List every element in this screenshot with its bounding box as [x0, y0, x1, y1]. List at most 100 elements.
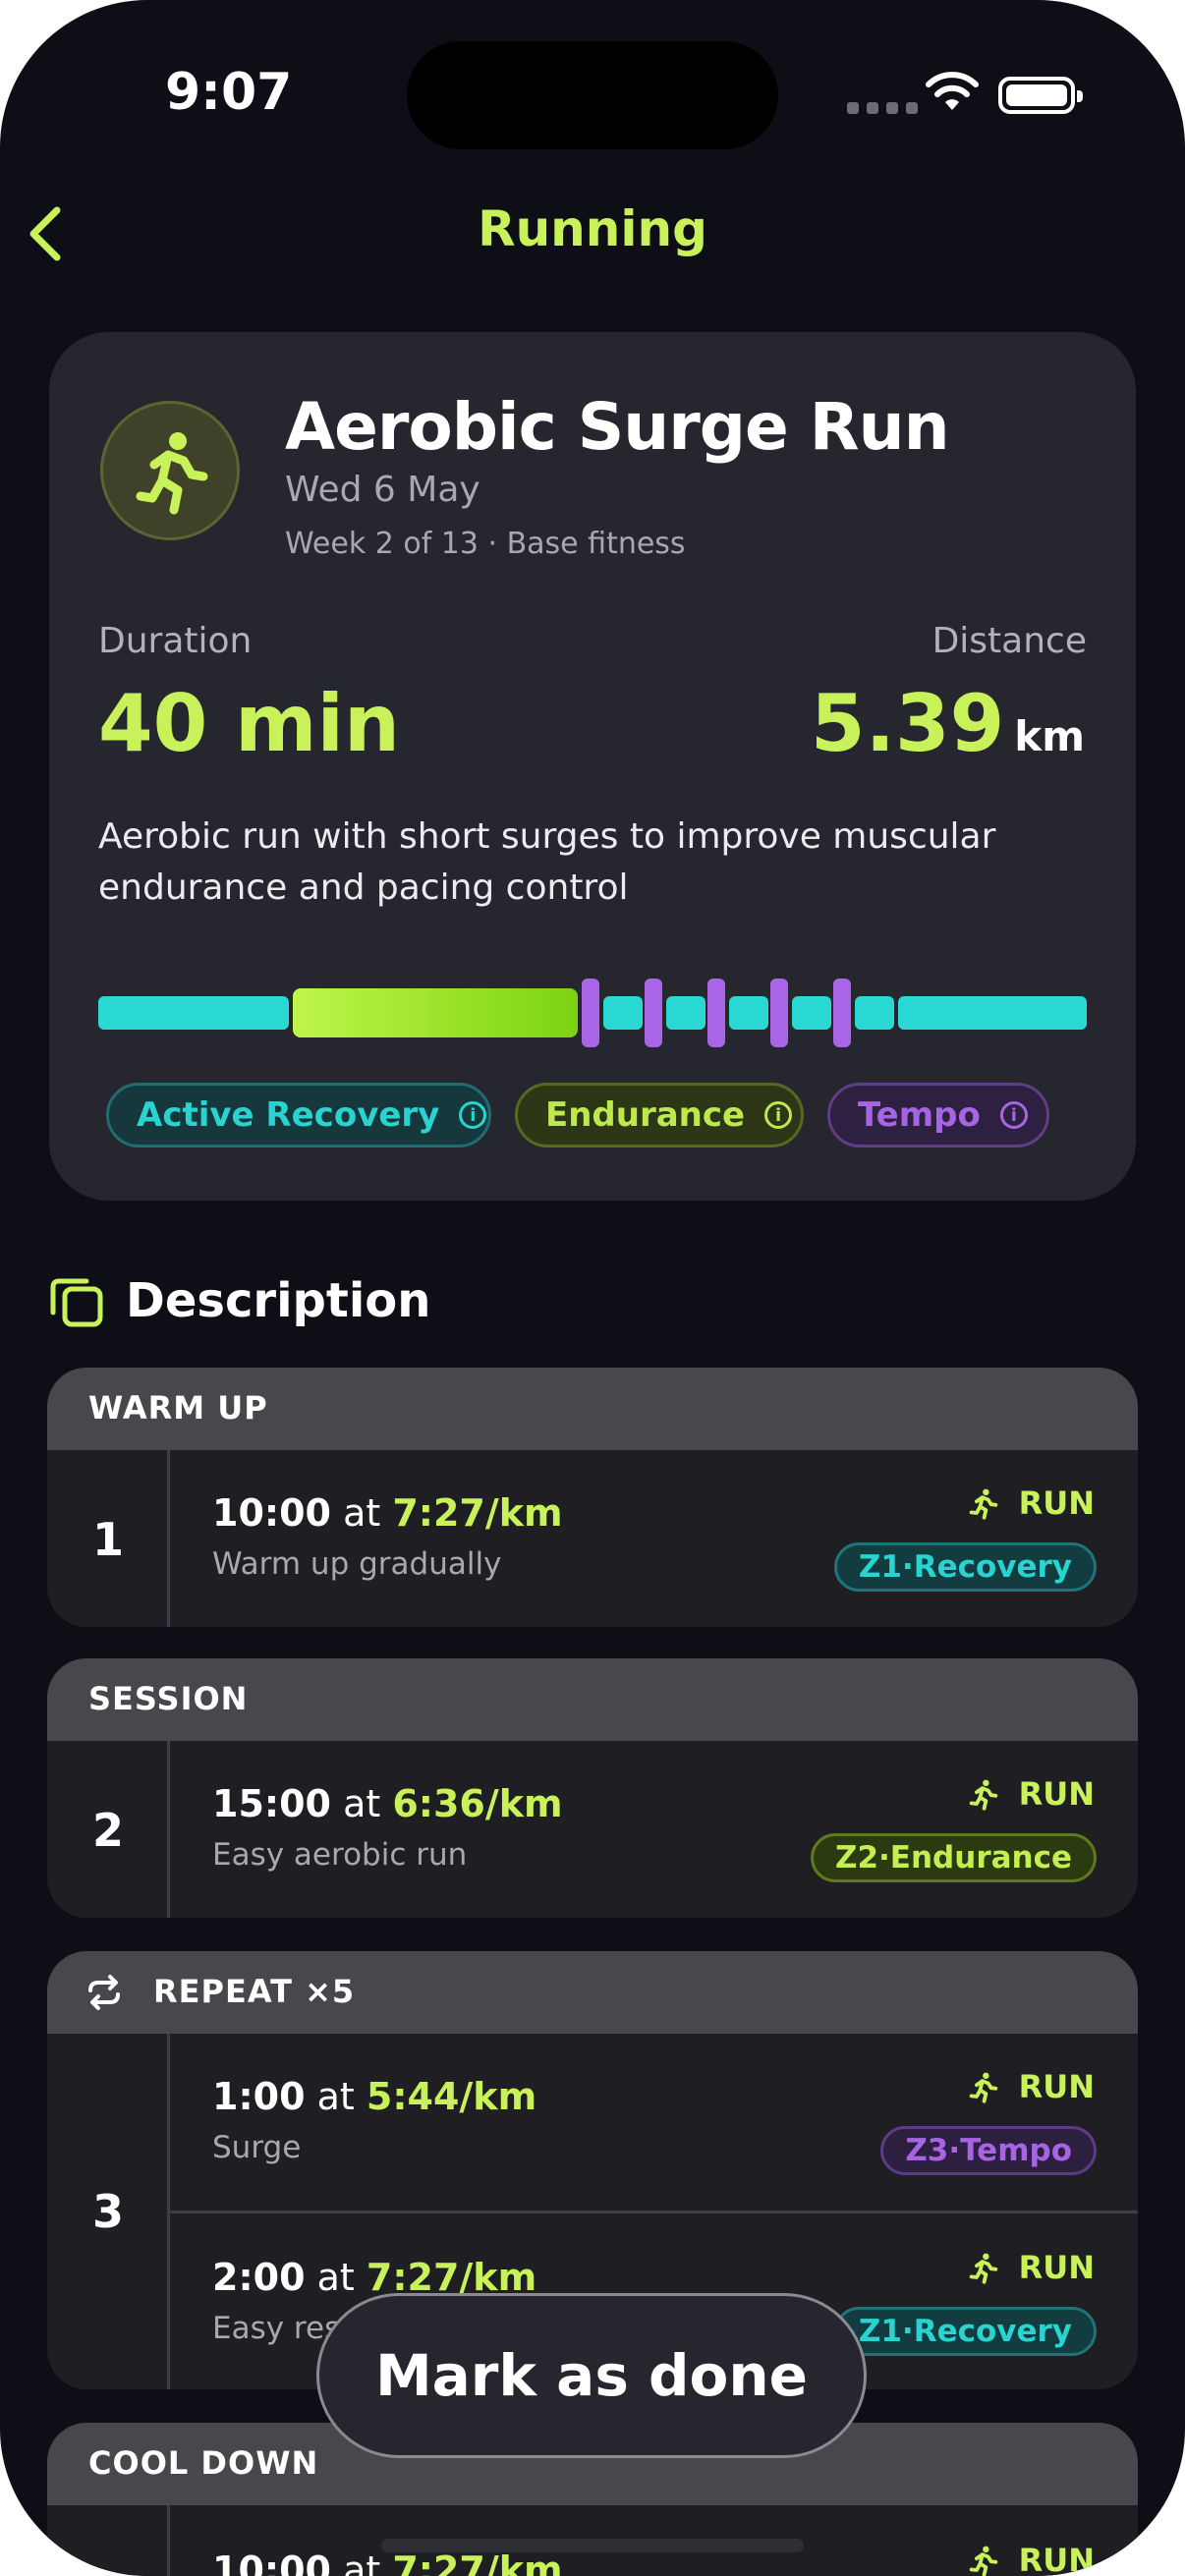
zone-segment-recovery: [898, 996, 1087, 1030]
info-icon[interactable]: i: [459, 1101, 487, 1129]
zone-tag: Z1·Recovery: [833, 1542, 1097, 1592]
runner-icon: [969, 1488, 997, 1520]
duration-label: Duration: [98, 621, 253, 661]
step-note: Warm up gradually: [212, 1546, 502, 1582]
step-target: 15:00 at 6:36/km: [212, 1782, 563, 1825]
workout-description: Aerobic run with short surges to improve…: [98, 816, 996, 908]
zone-pill-label: Tempo: [858, 1095, 981, 1135]
block-title: REPEAT ×5: [153, 1973, 356, 2010]
step-at: at: [343, 1782, 381, 1825]
distance-value: 5.39 km: [811, 678, 1085, 769]
page-title: Running: [478, 200, 707, 257]
runner-icon: [969, 2072, 997, 2103]
zone-segment-endurance: [293, 988, 578, 1037]
step-type-label: RUN: [1018, 2249, 1095, 2286]
step-duration: 2:00: [212, 2256, 306, 2299]
zone-segment-tempo: [770, 979, 788, 1047]
step-type: RUN: [964, 2248, 1095, 2287]
zone-pill-endurance[interactable]: Endurance i: [515, 1083, 804, 1148]
zone-pill-active-recovery[interactable]: Active Recovery i: [106, 1083, 491, 1148]
step-duration: 10:00: [212, 2548, 331, 2576]
step-pace: 7:27/km: [392, 1491, 563, 1535]
step-at: at: [316, 2075, 355, 2118]
zone-segment-tempo: [645, 979, 662, 1047]
distance-label: Distance: [931, 621, 1087, 661]
step-type-label: RUN: [1018, 2542, 1095, 2576]
block-title: SESSION: [88, 1680, 249, 1717]
intensity-profile-bar: [98, 979, 1087, 1047]
step-duration: 10:00: [212, 1491, 331, 1535]
step-note: Easy aerobic run: [212, 1837, 468, 1873]
zone-tag: Z2·Endurance: [810, 1833, 1097, 1882]
duration-value: 40 min: [98, 678, 400, 769]
step-note: Easy res: [212, 2311, 341, 2346]
step-number: 3: [91, 2185, 124, 2238]
runner-icon: [969, 2253, 997, 2284]
block-title: COOL DOWN: [88, 2444, 319, 2482]
step-number: 2: [91, 1804, 124, 1857]
step-type: RUN: [964, 1774, 1095, 1814]
divider: [169, 2211, 1138, 2213]
runner-icon: [969, 1779, 997, 1811]
workout-type-badge: [100, 401, 240, 540]
status-time: 9:07: [165, 63, 293, 122]
step-pace: 6:36/km: [392, 1782, 563, 1825]
battery-icon: [998, 77, 1083, 114]
zone-segment-recovery: [603, 996, 643, 1030]
mark-as-done-button[interactable]: Mark as done: [316, 2293, 867, 2458]
zone-segment-tempo: [833, 979, 851, 1047]
plan-week: Week 2 of 13 · Base fitness: [285, 527, 686, 561]
section-title: Description: [126, 1273, 431, 1328]
warm-up-block: WARM UP 1 10:00 at 7:27/km Warm up gradu…: [47, 1368, 1138, 1627]
divider: [167, 2505, 170, 2576]
runner-icon: [136, 432, 208, 515]
step-number: 1: [91, 1513, 124, 1566]
block-title: WARM UP: [88, 1389, 268, 1427]
wifi-icon: [926, 72, 979, 110]
zone-pill-label: Endurance: [545, 1095, 746, 1135]
runner-icon: [969, 2546, 997, 2576]
repeat-icon: [88, 1975, 120, 2010]
step-pace: 5:44/km: [366, 2075, 537, 2118]
step-duration: 1:00: [212, 2075, 306, 2118]
info-icon[interactable]: i: [764, 1101, 793, 1129]
step-type-label: RUN: [1018, 1775, 1095, 1813]
block-header: WARM UP: [47, 1368, 1138, 1450]
block-header: REPEAT ×5: [47, 1951, 1138, 2034]
session-block: SESSION 2 15:00 at 6:36/km Easy aerobic …: [47, 1658, 1138, 1918]
step-type: RUN: [964, 2067, 1095, 2106]
step-type: RUN: [964, 1484, 1095, 1523]
workout-date: Wed 6 May: [285, 470, 480, 510]
copy-icon: [50, 1278, 103, 1327]
zone-segment-recovery: [729, 996, 768, 1030]
distance-number: 5.39: [810, 678, 1005, 769]
zone-segment-recovery: [666, 996, 705, 1030]
step-type-label: RUN: [1018, 1484, 1095, 1522]
zone-pill-label: Active Recovery: [137, 1095, 440, 1135]
zone-segment-recovery: [792, 996, 831, 1030]
info-icon[interactable]: i: [999, 1101, 1028, 1129]
step-target: 10:00 at 7:27/km: [212, 1491, 563, 1535]
step-duration: 15:00: [212, 1782, 331, 1825]
cellular-signal-icon: [847, 102, 918, 114]
block-header: SESSION: [47, 1658, 1138, 1741]
phone-screen: 9:07 Running Aerobic Surge Run Wed 6 May…: [0, 0, 1185, 2576]
step-type-label: RUN: [1018, 2068, 1095, 2105]
zone-segment-recovery: [98, 996, 289, 1030]
step-type: RUN: [964, 2541, 1095, 2576]
home-indicator[interactable]: [381, 2539, 804, 2552]
workout-title: Aerobic Surge Run: [285, 389, 950, 465]
zone-pill-tempo[interactable]: Tempo i: [827, 1083, 1049, 1148]
zone-tag: Z3·Tempo: [880, 2126, 1097, 2175]
step-at: at: [343, 2548, 381, 2576]
step-pace: 7:27/km: [392, 2548, 563, 2576]
distance-unit: km: [1014, 712, 1085, 760]
zone-segment-tempo: [582, 979, 599, 1047]
step-at: at: [316, 2256, 355, 2299]
step-target: 1:00 at 5:44/km: [212, 2075, 536, 2118]
zone-segment-tempo: [707, 979, 725, 1047]
step-note: Surge: [212, 2130, 302, 2165]
zone-tag: Z1·Recovery: [833, 2307, 1097, 2356]
dynamic-island: [407, 41, 778, 149]
step-target: 10:00 at 7:27/km: [212, 2548, 563, 2576]
